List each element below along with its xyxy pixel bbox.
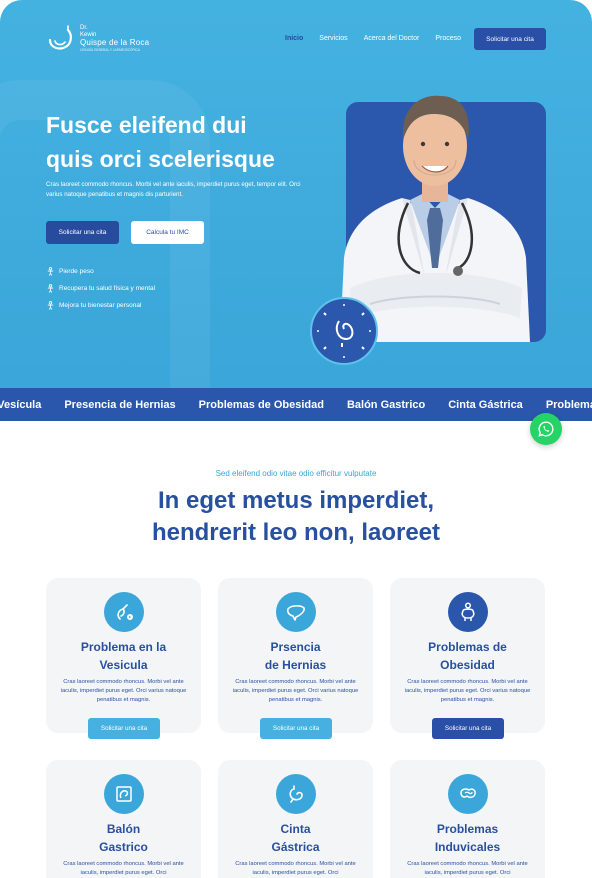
card-title-line2: Obesidad xyxy=(440,658,495,672)
card-title-line2: de Hernias xyxy=(264,658,327,672)
card-icon-wrap xyxy=(448,774,488,814)
card-description: Cras laoreet commodo rhoncus. Morbi vel … xyxy=(60,679,187,703)
benefits-list: Pierde peso Recupera tu salud física y m… xyxy=(46,263,155,314)
card-icon-wrap xyxy=(104,774,144,814)
card-title-line1: Problemas xyxy=(436,822,499,836)
brand-logo[interactable]: Dr. Kewin Quispe de la Roca CIRUGÍA GENE… xyxy=(46,24,149,54)
hero-title: Fusce eleifend dui quis orci scelerisque xyxy=(46,108,346,176)
hero-appointment-button[interactable]: Solicitar una cita xyxy=(46,221,119,244)
card-icon-wrap xyxy=(448,592,488,632)
card-title-line1: Balón xyxy=(106,822,141,836)
card-description: Cras laoreet commodo rhoncus. Morbi vel … xyxy=(232,679,359,703)
card-title: Cinta Gástrica xyxy=(218,820,373,856)
brand-name: Dr. Kewin Quispe de la Roca CIRUGÍA GENE… xyxy=(80,25,149,54)
brand-line1: Dr. xyxy=(80,24,88,31)
card-title-line1: Cinta xyxy=(280,822,311,836)
card-icon-wrap xyxy=(104,592,144,632)
card-description: Cras laoreet commodo rhoncus. Morbi vel … xyxy=(407,861,528,876)
card-description: Cras laoreet commodo rhoncus. Morbi vel … xyxy=(235,861,356,876)
service-card-balon: Balón Gastrico Cras laoreet commodo rhon… xyxy=(46,760,201,878)
whatsapp-icon xyxy=(538,421,554,437)
brand-tagline: CIRUGÍA GENERAL Y LAPAROSCÓPICA xyxy=(80,47,140,52)
services-ticker: Problema en la Vesícula Presencia de Her… xyxy=(0,388,592,421)
section-title-line1: In eget metus imperdiet, xyxy=(157,487,435,514)
card-title-line1: Prsencia xyxy=(270,640,321,654)
service-card-hernias: Prsencia de Hernias Cras laoreet commodo… xyxy=(218,578,373,739)
ticker-item: Presencia de Hernias xyxy=(64,398,176,411)
card-title: Balón Gastrico xyxy=(46,820,201,856)
card-description: Cras laoreet commodo rhoncus. Morbi vel … xyxy=(63,861,184,876)
hero-title-line1: Fusce eleifend dui xyxy=(46,112,247,138)
hero-section: Dr. Kewin Quispe de la Roca CIRUGÍA GENE… xyxy=(0,0,592,388)
intestine-icon xyxy=(460,788,476,799)
ticker-item: Cinta Gástrica xyxy=(448,398,523,411)
card-title: Problemas de Obesidad xyxy=(390,638,545,674)
card-title-line1: Problemas de xyxy=(428,640,507,654)
card-title-line2: Gastrico xyxy=(99,840,148,854)
ticker-item: Balón Gastrico xyxy=(346,398,426,411)
hero-title-line2: quis orci scelerisque xyxy=(46,146,275,172)
nav-item-servicios[interactable]: Servicios xyxy=(319,35,347,42)
card-title-line1: Problema en la xyxy=(80,640,167,654)
doctor-seal-icon xyxy=(310,297,378,365)
card-appointment-button[interactable]: Solicitar una cita xyxy=(88,718,160,739)
brand-line3: Quispe de la Roca xyxy=(80,37,150,47)
ticker-item: Problema en la Vesícula xyxy=(0,398,42,411)
service-card-vesicula: Problema en la Vesicula Cras laoreet com… xyxy=(46,578,201,739)
benefit-label: Mejora tu bienestar personal xyxy=(59,302,142,309)
page: Dr. Kewin Quispe de la Roca CIRUGÍA GENE… xyxy=(0,0,592,878)
card-title: Problema en la Vesicula xyxy=(46,638,201,674)
section-kicker: Sed eleifend odio vitae odio efficitur v… xyxy=(215,469,377,478)
nav-cta-button[interactable]: Solicitar una cita xyxy=(474,28,546,50)
person-icon xyxy=(47,267,54,276)
whatsapp-button[interactable] xyxy=(530,413,562,445)
card-title-line2: Gástrica xyxy=(271,840,320,854)
section-title: In eget metus imperdiet, hendrerit leo n… xyxy=(0,485,592,549)
nav-item-acerca[interactable]: Acerca del Doctor xyxy=(364,35,420,42)
benefit-label: Recupera tu salud física y mental xyxy=(59,285,156,292)
service-card-problemas: Problemas Induvicales Cras laoreet commo… xyxy=(390,760,545,878)
card-description: Cras laoreet commodo rhoncus. Morbi vel … xyxy=(404,679,531,703)
card-appointment-button[interactable]: Solicitar una cita xyxy=(432,718,504,739)
hero-description: Cras laoreet commodo rhoncus. Morbi vel … xyxy=(46,181,301,198)
service-card-obesidad: Problemas de Obesidad Cras laoreet commo… xyxy=(390,578,545,739)
card-title-line2: Induvicales xyxy=(434,840,501,854)
balloon-icon xyxy=(116,786,132,802)
logo-mark-icon xyxy=(48,25,72,50)
card-icon-wrap xyxy=(276,592,316,632)
card-title: Prsencia de Hernias xyxy=(218,638,373,674)
bmi-calculator-button[interactable]: Calcula tu IMC xyxy=(131,221,204,244)
liver-icon xyxy=(286,605,305,621)
stomach-icon xyxy=(289,785,303,803)
benefit-item: Pierde peso xyxy=(46,263,155,280)
body-icon xyxy=(461,602,475,621)
person-icon xyxy=(47,284,54,293)
ticker-item: Problemas de Obesidad xyxy=(198,398,324,411)
nav-item-inicio[interactable]: Inicio xyxy=(285,35,303,42)
card-icon-wrap xyxy=(276,774,316,814)
benefit-item: Mejora tu bienestar personal xyxy=(46,297,155,314)
benefit-label: Pierde peso xyxy=(59,268,94,275)
card-appointment-button[interactable]: Solicitar una cita xyxy=(260,718,332,739)
ticker-item: Problemas Inducidos xyxy=(545,398,592,411)
benefit-item: Recupera tu salud física y mental xyxy=(46,280,155,297)
gallbladder-icon xyxy=(117,604,133,620)
service-card-cinta: Cinta Gástrica Cras laoreet commodo rhon… xyxy=(218,760,373,878)
person-icon xyxy=(47,301,54,310)
section-title-line2: hendrerit leo non, laoreet xyxy=(151,519,441,546)
ticker-track: Problema en la Vesícula Presencia de Her… xyxy=(0,388,592,421)
nav-item-proceso[interactable]: Proceso xyxy=(435,35,461,42)
card-title: Problemas Induvicales xyxy=(390,820,545,856)
card-title-line2: Vesicula xyxy=(99,658,148,672)
main-nav: Inicio Servicios Acerca del Doctor Proce… xyxy=(285,35,477,42)
